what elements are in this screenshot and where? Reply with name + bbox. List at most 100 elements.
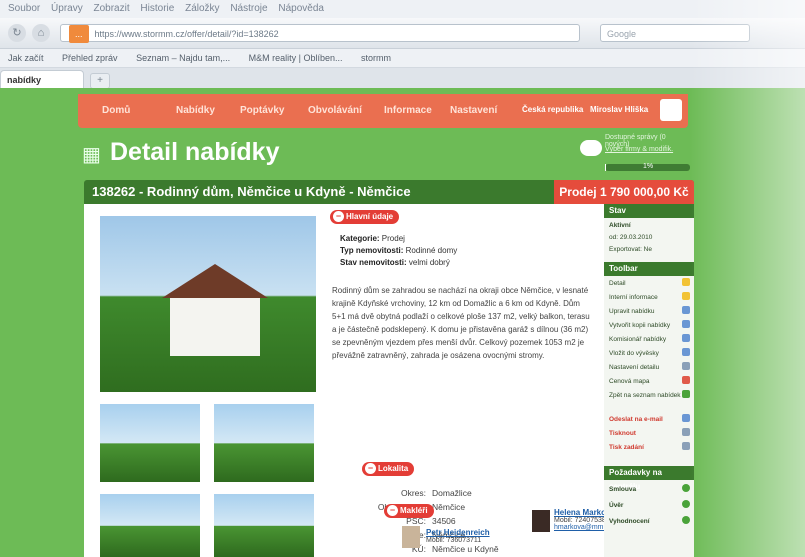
main-photo[interactable] <box>100 216 316 392</box>
info-value: Prodej <box>381 234 405 243</box>
avatar[interactable] <box>660 99 682 121</box>
info-condition: Stav nemovitosti: velmi dobrý <box>340 258 450 267</box>
status-badge: Aktivní <box>609 222 631 229</box>
board-icon <box>682 348 690 356</box>
search-input[interactable]: Google <box>600 24 750 42</box>
agent-card: Petr Heidenreich Mobil: 736073711 <box>426 528 490 544</box>
browser-menubar: Soubor Úpravy Zobrazit Historie Záložky … <box>0 0 805 18</box>
nav-calling[interactable]: Obvolávání <box>308 105 362 116</box>
site-identity-badge[interactable]: ... <box>69 25 89 43</box>
nav-home[interactable]: Domů <box>102 105 130 116</box>
home-icon[interactable]: ⌂ <box>32 24 50 42</box>
house-shape <box>170 296 260 356</box>
toolbar-item-print-order[interactable]: Tisk zadání <box>609 444 644 451</box>
progress-label: 1% <box>643 163 654 170</box>
menu-item-file[interactable]: Soubor <box>8 3 40 14</box>
toolbar-item-detail[interactable]: Detail <box>609 280 626 287</box>
price-badge: Prodej 1 790 000,00 Kč <box>554 180 694 204</box>
info-value: velmi dobrý <box>408 258 450 267</box>
nav-user-name[interactable]: Miroslav Hliška <box>590 105 648 114</box>
bookmark-item[interactable]: Seznam – Najdu tam,... <box>136 53 230 63</box>
browser-navigation-bar: ↻ ⌂ ... https://www.stormm.cz/offer/detai… <box>0 18 805 49</box>
roof-shape <box>162 264 268 298</box>
browser-tab[interactable]: nabídky <box>0 70 84 88</box>
toolbar-item-copy-offer[interactable]: Vytvořit kopii nabídky <box>609 322 670 329</box>
status-export: Exportovat: Ne <box>609 246 652 253</box>
info-label: Stav nemovitosti: <box>340 258 407 267</box>
sidebar-heading-requests: Požadavky na centrálu <box>604 466 694 491</box>
toolbar-item-internal-info[interactable]: Interní informace <box>609 294 658 301</box>
avatar <box>402 526 420 548</box>
usage-progress-bar: 1% <box>605 163 690 171</box>
toolbar-item-showcase[interactable]: Vložit do vývěsky <box>609 350 659 357</box>
info-property-type: Typ nemovitosti: Rodinné domy <box>340 246 457 255</box>
toolbar-item-detail-settings[interactable]: Nastavení detailu <box>609 364 659 371</box>
company-select-link[interactable]: Výběr firmy & modifik. <box>605 146 673 153</box>
printer-icon <box>682 428 690 436</box>
avatar <box>532 510 550 532</box>
bookmark-item[interactable]: stormm <box>361 53 391 63</box>
listing-description: Rodinný dům se zahradou se nachází na ok… <box>332 286 590 360</box>
menu-item-edit[interactable]: Úpravy <box>51 3 83 14</box>
toolbar-item-print[interactable]: Tisknout <box>609 430 636 437</box>
nav-demands[interactable]: Poptávky <box>240 105 284 116</box>
map-icon <box>682 376 690 384</box>
agents-section: Makléři Petr Heidenreich Mobil: 73607371… <box>84 488 631 557</box>
toolbar-item-send-email[interactable]: Odeslat na e-mail <box>609 416 663 423</box>
pencil-icon <box>682 292 690 300</box>
grid-icon: ▦ <box>82 144 101 166</box>
info-label: Kategorie: <box>340 234 380 243</box>
magnifier-icon <box>682 278 690 286</box>
request-item-contract[interactable]: Smlouva <box>609 486 636 493</box>
toolbar-item-edit-offer[interactable]: Upravit nabídku <box>609 308 655 315</box>
bookmarks-bar: Jak začít Přehled zpráv Seznam – Najdu t… <box>0 49 805 68</box>
copy-icon <box>682 320 690 328</box>
section-location[interactable]: Lokalita <box>362 462 415 476</box>
bookmark-item[interactable]: Přehled zpráv <box>62 53 118 63</box>
add-icon[interactable] <box>682 500 690 508</box>
info-label: Typ nemovitosti: <box>340 246 404 255</box>
settings-icon <box>682 362 690 370</box>
request-item-loan[interactable]: Úvěr <box>609 502 623 509</box>
menu-item-history[interactable]: Historie <box>140 3 174 14</box>
section-agents[interactable]: Makléři <box>384 504 434 518</box>
thumbnail-photo[interactable] <box>214 404 314 482</box>
toolbar-item-price-map[interactable]: Cenová mapa <box>609 378 649 385</box>
tab-strip: nabídky + <box>0 68 805 89</box>
email-icon <box>682 414 690 422</box>
new-tab-button[interactable]: + <box>90 73 110 89</box>
right-sidebar: Stav Aktivní od: 29.03.2010 Exportovat: … <box>604 204 694 557</box>
menu-item-help[interactable]: Nápověda <box>278 3 324 14</box>
listing-header: 138262 - Rodinný dům, Němčice u Kdyně - … <box>84 180 694 204</box>
toolbar-item-back-to-list[interactable]: Zpět na seznam nabídek <box>609 392 681 399</box>
progress-fill <box>605 164 606 171</box>
bookmark-item[interactable]: Jak začít <box>8 53 44 63</box>
menu-item-tools[interactable]: Nástroje <box>230 3 267 14</box>
reload-icon[interactable]: ↻ <box>8 24 26 42</box>
thumbnail-photo[interactable] <box>100 404 200 482</box>
sidebar-heading-status: Stav <box>604 204 694 218</box>
info-value: Rodinné domy <box>405 246 458 255</box>
status-date: od: 29.03.2010 <box>609 234 653 241</box>
toolbar-item-broker[interactable]: Komisionář nabídky <box>609 336 666 343</box>
nav-settings[interactable]: Nastavení <box>450 105 497 116</box>
menu-item-bookmarks[interactable]: Záložky <box>185 3 219 14</box>
agent-name-link[interactable]: Petr Heidenreich <box>426 528 490 537</box>
add-icon[interactable] <box>682 484 690 492</box>
nav-offers[interactable]: Nabídky <box>176 105 215 116</box>
user-icon <box>682 334 690 342</box>
nav-information[interactable]: Informace <box>384 105 432 116</box>
add-icon[interactable] <box>682 516 690 524</box>
nav-region[interactable]: Česká republika <box>522 105 583 114</box>
sidebar-heading-toolbar: Toolbar <box>604 262 694 276</box>
request-item-evaluation[interactable]: Vyhodnocení <box>609 518 650 525</box>
info-category: Kategorie: Prodej <box>340 234 405 243</box>
bookmark-item[interactable]: M&M reality | Oblíben... <box>249 53 343 63</box>
agent-phone: Mobil: 736073711 <box>426 537 482 544</box>
menu-item-view[interactable]: Zobrazit <box>94 3 130 14</box>
address-bar[interactable]: ... https://www.stormm.cz/offer/detail/?i… <box>60 24 580 43</box>
printer-icon <box>682 442 690 450</box>
site-page: Domů Nabídky Poptávky Obvolávání Informa… <box>0 88 805 557</box>
section-main-info[interactable]: Hlavní údaje <box>330 210 400 224</box>
site-main-nav: Domů Nabídky Poptávky Obvolávání Informa… <box>78 94 688 128</box>
